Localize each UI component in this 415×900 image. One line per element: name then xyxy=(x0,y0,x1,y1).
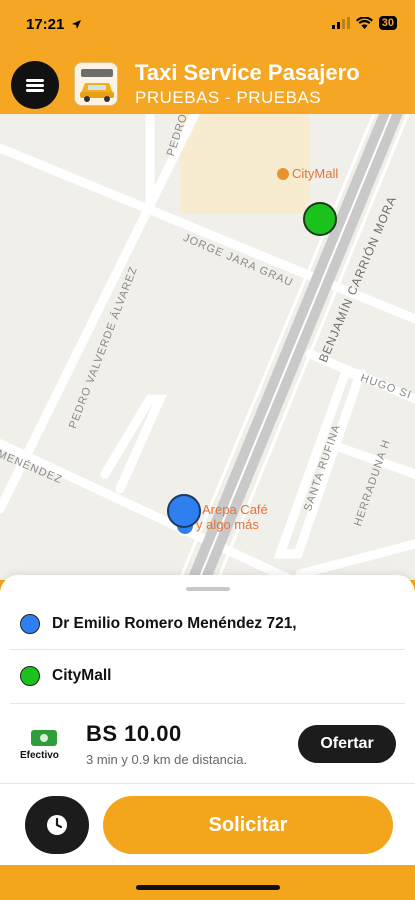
offer-button[interactable]: Ofertar xyxy=(298,725,396,763)
origin-address: Dr Emilio Romero Menéndez 721, xyxy=(52,615,297,632)
divider xyxy=(10,703,405,704)
trip-price: BS 10.00 xyxy=(86,721,182,746)
app-logo xyxy=(74,62,118,106)
bottom-bar xyxy=(0,865,415,900)
sheet-handle[interactable] xyxy=(186,587,230,591)
divider xyxy=(0,783,415,784)
destination-row[interactable]: CityMall xyxy=(0,657,415,701)
destination-dot-icon xyxy=(20,666,40,686)
status-bar: 17:21 30 xyxy=(0,0,415,44)
cash-icon xyxy=(31,730,57,746)
request-button[interactable]: Solicitar xyxy=(103,796,393,854)
wifi-icon xyxy=(355,17,373,29)
clock-icon xyxy=(47,815,67,835)
origin-row[interactable]: Dr Emilio Romero Menéndez 721, xyxy=(0,603,415,647)
menu-icon xyxy=(26,77,44,94)
poi-arepa-cafe-line2: y algo más xyxy=(196,517,259,532)
origin-dot-icon xyxy=(20,614,40,634)
poi-arepa-cafe[interactable]: Arepa Café xyxy=(202,502,268,517)
app-title: Taxi Service Pasajero xyxy=(135,60,360,85)
battery-indicator: 30 xyxy=(378,16,397,30)
app-subtitle: PRUEBAS - PRUEBAS xyxy=(135,88,322,107)
poi-citymall[interactable]: CityMall xyxy=(292,166,338,181)
trip-eta: 3 min y 0.9 km de distancia. xyxy=(86,752,248,767)
app-header: 17:21 30 Taxi Service Pasajero PRUEBAS -… xyxy=(0,0,415,114)
map-view[interactable]: PEDRO VA JORGE JARA GRAU BENJAMÍN CARRIÓ… xyxy=(0,114,415,580)
status-time: 17:21 xyxy=(26,16,65,33)
menu-button[interactable] xyxy=(11,61,59,109)
destination-address: CityMall xyxy=(52,667,112,684)
home-indicator[interactable] xyxy=(136,885,280,890)
schedule-button[interactable] xyxy=(25,796,89,854)
divider xyxy=(10,649,405,650)
signal-icon xyxy=(331,17,350,29)
payment-method-label[interactable]: Efectivo xyxy=(20,750,59,761)
location-arrow-icon xyxy=(72,20,81,29)
